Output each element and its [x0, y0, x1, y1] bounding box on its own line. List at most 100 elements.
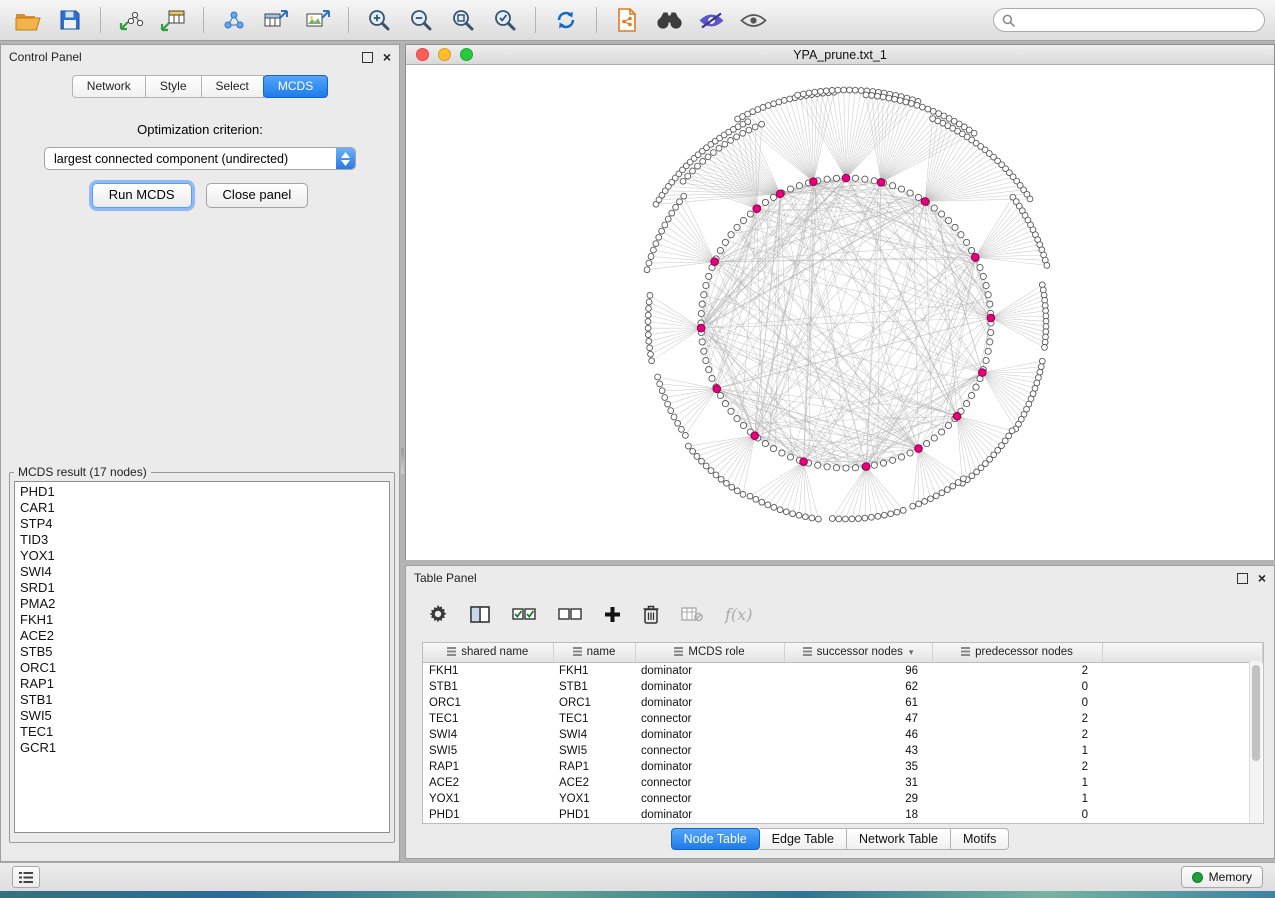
find-button[interactable]	[651, 4, 687, 36]
columns-icon	[470, 606, 490, 623]
export-network-button[interactable]	[216, 4, 252, 36]
checked-boxes-icon	[512, 607, 536, 622]
export-table-button[interactable]	[258, 4, 294, 36]
mcds-result-item[interactable]: RAP1	[20, 676, 389, 692]
status-bar: Memory	[0, 862, 1275, 891]
tab-mcds[interactable]: MCDS	[263, 75, 328, 98]
clear-table-button[interactable]	[681, 607, 703, 622]
mcds-result-item[interactable]: STP4	[20, 516, 389, 532]
save-session-button[interactable]	[52, 4, 88, 36]
float-table-panel-icon[interactable]	[1237, 573, 1248, 584]
mcds-result-item[interactable]: GCR1	[20, 740, 389, 756]
table-scrollbar[interactable]	[1249, 661, 1262, 823]
mcds-result-item[interactable]: SWI4	[20, 564, 389, 580]
mcds-result-item[interactable]: ACE2	[20, 628, 389, 644]
column-header-successor-nodes[interactable]: successor nodes▾	[784, 643, 932, 663]
open-session-button[interactable]	[10, 4, 46, 36]
zoom-fit-icon	[451, 8, 475, 32]
window-minimize-button[interactable]	[438, 48, 451, 61]
export-image-button[interactable]	[300, 4, 336, 36]
deselect-all-rows-button[interactable]	[558, 607, 582, 622]
tab-network[interactable]: Network	[72, 75, 146, 98]
zoom-fit-button[interactable]	[445, 4, 481, 36]
float-panel-icon[interactable]	[362, 52, 373, 63]
mcds-result-item[interactable]: YOX1	[20, 548, 389, 564]
mcds-result-list[interactable]: PHD1CAR1STP4TID3YOX1SWI4SRD1PMA2FKH1ACE2…	[14, 481, 390, 833]
tab-network-table[interactable]: Network Table	[847, 828, 951, 850]
select-all-rows-button[interactable]	[512, 607, 536, 622]
mcds-result-item[interactable]: TID3	[20, 532, 389, 548]
table-row[interactable]: ACE2ACE2connector311	[423, 775, 1263, 791]
column-header-shared-name[interactable]: shared name	[423, 643, 553, 663]
zoom-out-button[interactable]	[403, 4, 439, 36]
column-header-filler	[1102, 643, 1263, 663]
tab-node-table[interactable]: Node Table	[671, 828, 760, 850]
tab-motifs[interactable]: Motifs	[951, 828, 1009, 850]
trash-icon	[643, 605, 659, 624]
tab-edge-table[interactable]: Edge Table	[760, 828, 847, 850]
close-table-panel-icon[interactable]: ×	[1258, 571, 1266, 585]
control-panel-header: Control Panel ×	[1, 45, 399, 69]
export-image-icon	[305, 8, 331, 32]
criterion-select[interactable]: largest connected component (undirected)	[44, 147, 356, 170]
mcds-result-item[interactable]: SRD1	[20, 580, 389, 596]
table-row[interactable]: PHD1PHD1dominator180	[423, 807, 1263, 823]
tab-select[interactable]: Select	[202, 75, 264, 98]
show-all-button[interactable]	[735, 4, 771, 36]
mcds-result-item[interactable]: PHD1	[20, 484, 389, 500]
zoom-selected-button[interactable]	[487, 4, 523, 36]
mcds-result-group: MCDS result (17 nodes) PHD1CAR1STP4TID3Y…	[9, 465, 395, 843]
search-input[interactable]	[1020, 12, 1256, 28]
import-network-button[interactable]	[113, 4, 149, 36]
table-settings-button[interactable]	[428, 604, 448, 624]
table-row[interactable]: YOX1YOX1connector291	[423, 791, 1263, 807]
close-panel-button[interactable]: Close panel	[206, 183, 309, 208]
control-panel-tabs: Network Style Select MCDS	[1, 75, 399, 98]
mcds-result-item[interactable]: STB5	[20, 644, 389, 660]
tab-style[interactable]: Style	[146, 75, 202, 98]
mcds-result-item[interactable]: PMA2	[20, 596, 389, 612]
table-row[interactable]: STB1STB1dominator620	[423, 679, 1263, 695]
table-row[interactable]: RAP1RAP1dominator352	[423, 759, 1263, 775]
mcds-result-item[interactable]: ORC1	[20, 660, 389, 676]
memory-button[interactable]: Memory	[1181, 866, 1263, 888]
network-window-title: YPA_prune.txt_1	[406, 48, 1274, 62]
open-shared-document-button[interactable]	[609, 4, 645, 36]
search-field[interactable]	[993, 8, 1265, 32]
window-zoom-button[interactable]	[460, 48, 473, 61]
table-row[interactable]: SWI4SWI4dominator462	[423, 727, 1263, 743]
column-visibility-button[interactable]	[470, 606, 490, 623]
add-column-button[interactable]	[604, 606, 621, 623]
column-header-predecessor-nodes[interactable]: predecessor nodes	[932, 643, 1102, 663]
binoculars-icon	[656, 10, 683, 30]
import-network-icon	[118, 8, 144, 32]
mcds-result-item[interactable]: STB1	[20, 692, 389, 708]
table-clear-icon	[681, 607, 703, 622]
table-row[interactable]: SWI5SWI5connector431	[423, 743, 1263, 759]
table-panel: Table Panel ×	[405, 565, 1275, 859]
table-row[interactable]: ORC1ORC1dominator610	[423, 695, 1263, 711]
table-row[interactable]: TEC1TEC1connector472	[423, 711, 1263, 727]
run-mcds-button[interactable]: Run MCDS	[92, 183, 192, 208]
refresh-view-button[interactable]	[548, 4, 584, 36]
close-panel-icon[interactable]: ×	[383, 50, 391, 64]
network-canvas-svg[interactable]	[406, 65, 1274, 560]
network-window-titlebar[interactable]: YPA_prune.txt_1	[406, 45, 1274, 65]
table-row[interactable]: FKH1FKH1dominator962	[423, 663, 1263, 680]
hide-selected-button[interactable]	[693, 4, 729, 36]
desktop-wallpaper-strip	[0, 891, 1275, 898]
mcds-result-item[interactable]: CAR1	[20, 500, 389, 516]
zoom-in-button[interactable]	[361, 4, 397, 36]
mcds-result-item[interactable]: SWI5	[20, 708, 389, 724]
import-table-button[interactable]	[155, 4, 191, 36]
delete-column-button[interactable]	[643, 605, 659, 624]
mcds-result-item[interactable]: FKH1	[20, 612, 389, 628]
mcds-result-item[interactable]: TEC1	[20, 724, 389, 740]
window-close-button[interactable]	[416, 48, 429, 61]
search-icon	[1002, 14, 1015, 27]
status-menu-button[interactable]	[12, 866, 40, 888]
function-builder-button[interactable]: f(x)	[725, 605, 752, 624]
column-header-name[interactable]: name	[553, 643, 635, 663]
scrollbar-thumb[interactable]	[1252, 665, 1260, 761]
column-header-mcds-role[interactable]: MCDS role	[635, 643, 784, 663]
